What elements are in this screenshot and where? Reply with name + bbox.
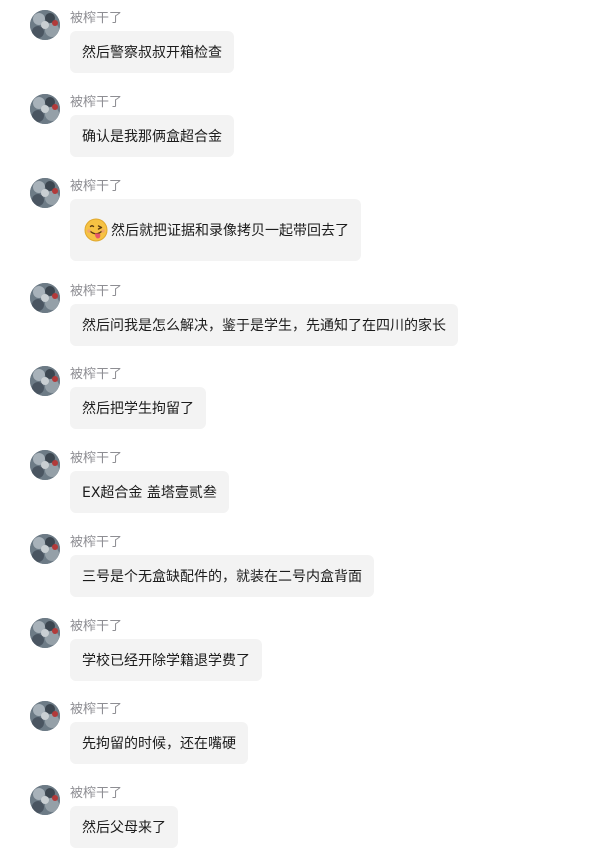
sender-name: 被榨干了 (70, 179, 123, 194)
avatar[interactable] (30, 366, 60, 396)
message-text: 三号是个无盒缺配件的，就装在二号内盒背面 (82, 569, 362, 585)
avatar-image (30, 94, 60, 124)
message-bubble[interactable]: 然后警察叔叔开箱检查 (70, 31, 234, 73)
message-bubble[interactable]: EX超合金 盖塔壹贰叁 (70, 471, 229, 513)
avatar-image (30, 178, 60, 208)
sender-name: 被榨干了 (70, 284, 123, 299)
chat-message: 被榨干了 然后问我是怎么解决，鉴于是学生，先通知了在四川的家长 (0, 283, 600, 363)
message-bubble[interactable]: 然后就把证据和录像拷贝一起带回去了 (70, 199, 361, 261)
sender-name: 被榨干了 (70, 619, 123, 634)
chat-message: 被榨干了 先拘留的时候，还在嘴硬 (0, 701, 600, 781)
message-text: 然后警察叔叔开箱检查 (82, 45, 222, 61)
chat-message: 被榨干了 然后警察叔叔开箱检查 (0, 10, 600, 90)
chat-message: 被榨干了 然后就把证据和录像拷贝一起带回去了 (0, 178, 600, 261)
message-bubble[interactable]: 先拘留的时候，还在嘴硬 (70, 722, 248, 764)
avatar-image (30, 785, 60, 815)
avatar-image (30, 701, 60, 731)
avatar[interactable] (30, 618, 60, 648)
message-text: EX超合金 盖塔壹贰叁 (82, 485, 217, 501)
avatar[interactable] (30, 450, 60, 480)
message-text: 然后把学生拘留了 (82, 401, 194, 417)
avatar-image (30, 618, 60, 648)
avatar[interactable] (30, 785, 60, 815)
sender-name: 被榨干了 (70, 535, 123, 550)
sender-name: 被榨干了 (70, 367, 123, 382)
chat-history: 被榨干了 然后警察叔叔开箱检查 被榨干了 确认是我那俩盒超合金 被榨干了 然后就… (0, 0, 600, 860)
avatar-image (30, 450, 60, 480)
avatar[interactable] (30, 178, 60, 208)
sender-name: 被榨干了 (70, 786, 123, 801)
message-text: 然后问我是怎么解决，鉴于是学生，先通知了在四川的家长 (82, 318, 446, 334)
avatar-image (30, 534, 60, 564)
chat-message: 被榨干了 然后父母来了 (0, 785, 600, 865)
message-bubble[interactable]: 三号是个无盒缺配件的，就装在二号内盒背面 (70, 555, 374, 597)
sender-name: 被榨干了 (70, 95, 123, 110)
message-text: 然后就把证据和录像拷贝一起带回去了 (111, 223, 349, 239)
avatar[interactable] (30, 94, 60, 124)
avatar[interactable] (30, 701, 60, 731)
message-text: 先拘留的时候，还在嘴硬 (82, 736, 236, 752)
message-text: 确认是我那俩盒超合金 (82, 129, 222, 145)
message-bubble[interactable]: 然后父母来了 (70, 806, 178, 848)
avatar-image (30, 366, 60, 396)
message-bubble[interactable]: 学校已经开除学籍退学费了 (70, 639, 262, 681)
message-bubble[interactable]: 然后把学生拘留了 (70, 387, 206, 429)
message-bubble[interactable]: 确认是我那俩盒超合金 (70, 115, 234, 157)
message-text: 然后父母来了 (82, 820, 166, 836)
chat-message: 被榨干了 然后把学生拘留了 (0, 366, 600, 446)
avatar[interactable] (30, 534, 60, 564)
avatar[interactable] (30, 283, 60, 313)
chat-message: 被榨干了 三号是个无盒缺配件的，就装在二号内盒背面 (0, 534, 600, 614)
face-with-tongue-emoji (84, 218, 108, 242)
message-bubble[interactable]: 然后问我是怎么解决，鉴于是学生，先通知了在四川的家长 (70, 304, 458, 346)
sender-name: 被榨干了 (70, 451, 123, 466)
chat-message: 被榨干了 确认是我那俩盒超合金 (0, 94, 600, 174)
avatar[interactable] (30, 10, 60, 40)
avatar-image (30, 10, 60, 40)
avatar-image (30, 283, 60, 313)
chat-message: 被榨干了 学校已经开除学籍退学费了 (0, 618, 600, 698)
message-text: 学校已经开除学籍退学费了 (82, 653, 250, 669)
chat-message: 被榨干了 EX超合金 盖塔壹贰叁 (0, 450, 600, 530)
sender-name: 被榨干了 (70, 702, 123, 717)
sender-name: 被榨干了 (70, 11, 123, 26)
